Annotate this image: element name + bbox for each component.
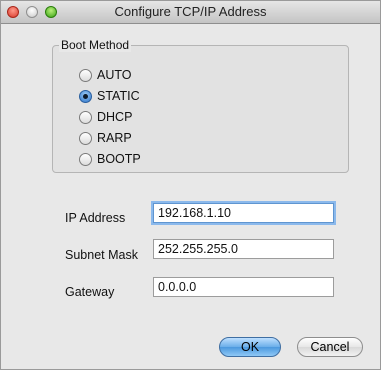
radio-label: STATIC: [97, 89, 140, 103]
window-title: Configure TCP/IP Address: [114, 4, 267, 19]
radio-rarp[interactable]: RARP: [79, 130, 132, 146]
radio-button-icon[interactable]: [79, 131, 92, 145]
radio-label: AUTO: [97, 68, 132, 82]
gateway-input[interactable]: [153, 277, 334, 297]
gateway-label: Gateway: [65, 285, 115, 299]
ok-button[interactable]: OK: [219, 337, 281, 357]
subnet-mask-input[interactable]: [153, 239, 334, 259]
radio-label: BOOTP: [97, 152, 141, 166]
radio-static[interactable]: STATIC: [79, 88, 140, 104]
ip-address-label: IP Address: [65, 211, 126, 225]
radio-label: RARP: [97, 131, 132, 145]
radio-label: DHCP: [97, 110, 133, 124]
radio-auto[interactable]: AUTO: [79, 67, 132, 83]
cancel-button[interactable]: Cancel: [297, 337, 363, 357]
boot-method-legend: Boot Method: [59, 38, 132, 52]
title-bar: Configure TCP/IP Address: [1, 1, 380, 24]
radio-bootp[interactable]: BOOTP: [79, 151, 141, 167]
radio-button-icon[interactable]: [79, 110, 92, 124]
ip-address-input[interactable]: [153, 203, 334, 223]
dialog-window: Configure TCP/IP Address Boot Method AUT…: [0, 0, 381, 370]
radio-button-icon[interactable]: [79, 152, 92, 166]
radio-dhcp[interactable]: DHCP: [79, 109, 132, 125]
subnet-mask-label: Subnet Mask: [65, 248, 138, 262]
radio-button-selected-icon[interactable]: [79, 89, 92, 103]
radio-button-icon[interactable]: [79, 68, 92, 82]
